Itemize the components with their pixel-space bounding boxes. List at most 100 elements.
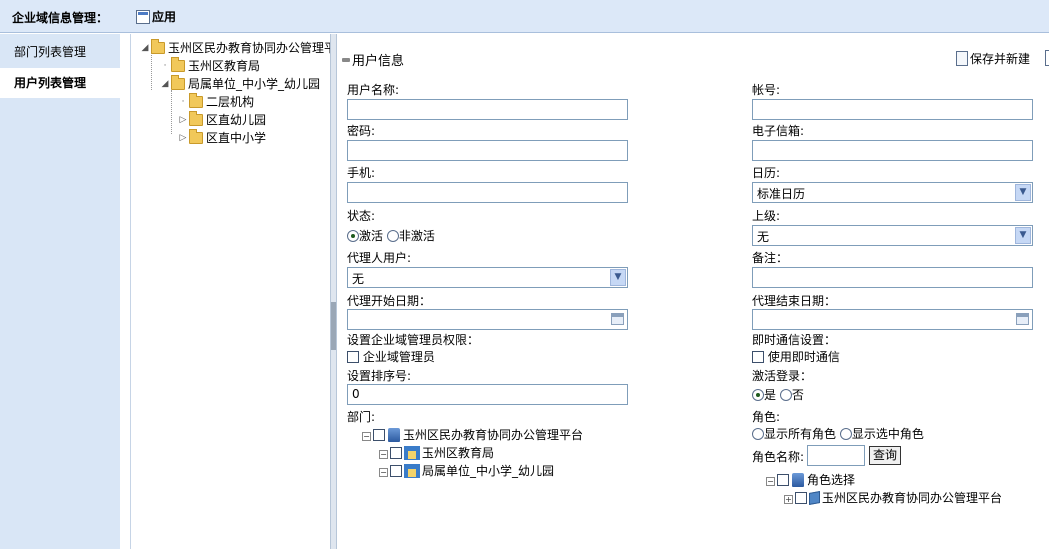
- section-header[interactable]: 用户信息: [342, 50, 404, 69]
- calendar-select[interactable]: 标准日历 ▼: [752, 182, 1033, 203]
- role-root-label: 角色选择: [807, 473, 856, 487]
- collapse-icon[interactable]: [342, 57, 350, 62]
- folder-icon: [151, 38, 165, 54]
- top-bar: 企业域信息管理： 应用: [0, 0, 1049, 33]
- save-label: 保存并新建: [970, 52, 1031, 66]
- email-input[interactable]: [752, 140, 1033, 161]
- role-tree-child[interactable]: + 玉州区民办教育协同办公管理平台: [784, 489, 1002, 506]
- role-show-selected-radio[interactable]: [839, 428, 852, 440]
- proxy-end-date-input[interactable]: [752, 309, 1033, 330]
- mobile-label: 手机:: [347, 166, 376, 180]
- expand-icon[interactable]: +: [784, 495, 793, 504]
- calendar-icon[interactable]: [611, 313, 624, 325]
- splitter-grip[interactable]: [331, 302, 336, 350]
- password-input[interactable]: [347, 140, 628, 161]
- proxy-user-select[interactable]: 无 ▼: [347, 267, 628, 288]
- tree-node-label: 局属单位_中小学_幼儿园: [188, 77, 321, 91]
- tree-line-icon: ·: [181, 96, 185, 107]
- building-icon: [404, 464, 420, 478]
- dept-root-label: 玉州区民办教育协同办公管理平台: [403, 428, 584, 442]
- building-icon: [404, 446, 420, 460]
- superior-label: 上级:: [752, 209, 781, 223]
- chevron-down-icon[interactable]: ▼: [1015, 184, 1031, 201]
- chevron-down-icon[interactable]: ▼: [1015, 227, 1031, 244]
- query-button[interactable]: 查询: [869, 446, 902, 465]
- dept-tree-root[interactable]: − 玉州区民办教育协同办公管理平台: [362, 426, 583, 443]
- admin-checkbox[interactable]: [347, 351, 359, 363]
- role-show-all-radio[interactable]: [752, 428, 764, 440]
- collapse-icon[interactable]: ◢: [159, 79, 171, 89]
- save-and-new-button[interactable]: 保存并新建: [956, 50, 1030, 67]
- superior-value: 无: [757, 230, 770, 244]
- status-label: 状态:: [347, 209, 376, 223]
- dept-sub-checkbox[interactable]: [390, 465, 402, 477]
- tree-node-label: 二层机构: [206, 95, 255, 109]
- apply-icon: [136, 9, 150, 24]
- more-button[interactable]: [1045, 50, 1049, 66]
- sidebar-item-dept-list[interactable]: 部门列表管理: [0, 37, 120, 67]
- proxy-start-date-input[interactable]: [347, 309, 628, 330]
- section-title: 用户信息: [352, 54, 405, 69]
- apply-label: 应用: [152, 10, 177, 24]
- calendar-label: 日历:: [752, 166, 781, 180]
- username-input[interactable]: [347, 99, 628, 120]
- role-label: 角色:: [752, 410, 781, 424]
- status-inactive-radio[interactable]: [386, 230, 399, 242]
- calendar-value: 标准日历: [757, 187, 806, 201]
- account-input[interactable]: [752, 99, 1033, 120]
- expand-icon[interactable]: ▷: [177, 133, 189, 143]
- tree-node-schools[interactable]: ▷ 区直中小学: [177, 128, 266, 146]
- username-label: 用户名称:: [347, 83, 400, 97]
- dept-root-checkbox[interactable]: [373, 429, 385, 441]
- status-active-radio[interactable]: [347, 230, 359, 242]
- role-root-checkbox[interactable]: [777, 474, 789, 486]
- password-label: 密码:: [347, 124, 376, 138]
- collapse-icon[interactable]: −: [766, 477, 775, 486]
- activate-no-radio[interactable]: [779, 389, 792, 401]
- app-title: 企业域信息管理：: [12, 11, 109, 25]
- proxy-user-label: 代理人用户:: [347, 251, 412, 265]
- role-child-checkbox[interactable]: [795, 492, 807, 504]
- folder-icon: [171, 74, 185, 90]
- role-show-selected-label: 显示选中角色: [851, 427, 924, 441]
- chevron-down-icon[interactable]: ▼: [610, 269, 626, 286]
- tree-node-edu-bureau[interactable]: · 玉州区教育局: [159, 56, 260, 74]
- collapse-icon[interactable]: ◢: [139, 43, 151, 53]
- collapse-icon[interactable]: −: [362, 432, 371, 441]
- im-checkbox[interactable]: [752, 351, 764, 363]
- tree-node-kindergarten[interactable]: ▷ 区直幼儿园: [177, 110, 266, 128]
- expand-icon[interactable]: ▷: [177, 115, 189, 125]
- sidebar: 部门列表管理 用户列表管理: [0, 34, 120, 549]
- mobile-input[interactable]: [347, 182, 628, 203]
- dept-edu-label: 玉州区教育局: [422, 446, 495, 460]
- sidebar-item-user-list[interactable]: 用户列表管理: [0, 68, 120, 98]
- collapse-icon[interactable]: −: [379, 468, 388, 477]
- activate-no-label: 否: [791, 388, 804, 402]
- admin-checkbox-row: 企业域管理员: [347, 348, 435, 365]
- dept-label: 部门:: [347, 410, 376, 424]
- role-tree-root[interactable]: − 角色选择: [766, 471, 855, 488]
- document-icon: [956, 51, 968, 66]
- tree-node-label: 玉州区民办教育协同办公管理平台: [168, 41, 330, 55]
- sort-no-label: 设置排序号:: [347, 369, 412, 383]
- tree-node-level2[interactable]: · 二层机构: [177, 92, 255, 110]
- role-name-label: 角色名称:: [752, 450, 805, 464]
- calendar-icon[interactable]: [1016, 313, 1029, 325]
- collapse-icon[interactable]: −: [379, 450, 388, 459]
- activate-yes-radio[interactable]: [752, 389, 764, 401]
- pane-splitter[interactable]: [330, 34, 337, 549]
- tree-node-subordinate-units[interactable]: ◢ 局属单位_中小学_幼儿园: [159, 74, 321, 92]
- remark-input[interactable]: [752, 267, 1033, 288]
- superior-select[interactable]: 无 ▼: [752, 225, 1033, 246]
- tree-node-root[interactable]: ◢ 玉州区民办教育协同办公管理平台: [139, 38, 330, 56]
- role-name-input[interactable]: [807, 445, 865, 466]
- apply-button[interactable]: 应用: [136, 8, 176, 25]
- cube-icon: [809, 491, 820, 505]
- computer-icon: [792, 473, 804, 487]
- folder-icon: [189, 110, 203, 126]
- sort-no-input[interactable]: 0: [347, 384, 628, 405]
- proxy-start-label: 代理开始日期：: [347, 294, 432, 308]
- dept-edu-checkbox[interactable]: [390, 447, 402, 459]
- dept-tree-subordinate[interactable]: − 局属单位_中小学_幼儿园: [379, 462, 554, 479]
- dept-tree-edu-bureau[interactable]: − 玉州区教育局: [379, 444, 494, 461]
